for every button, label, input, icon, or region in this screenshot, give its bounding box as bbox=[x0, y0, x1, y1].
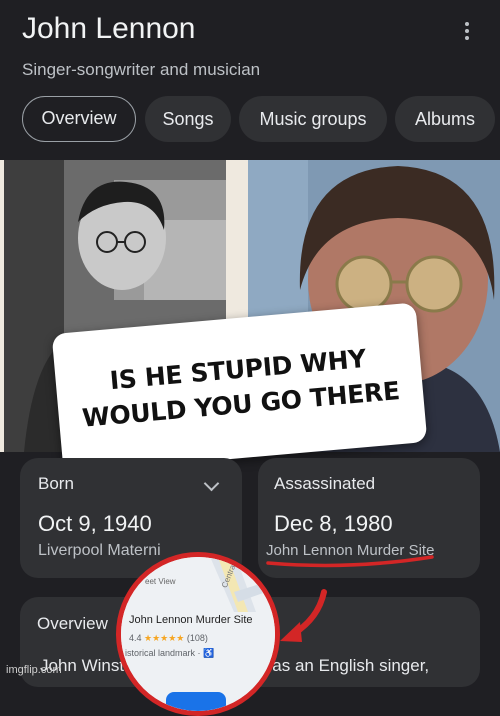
arrow-head-icon bbox=[280, 622, 302, 642]
underline-annotation bbox=[266, 555, 434, 568]
rating-row: 4.4 ★★★★★ (108) bbox=[129, 633, 208, 644]
star-rating-icon: ★★★★★ bbox=[144, 633, 185, 643]
street-view-label[interactable]: eet View bbox=[145, 577, 176, 586]
place-category: istorical landmark · ♿ bbox=[125, 648, 215, 658]
review-count[interactable]: (108) bbox=[187, 633, 208, 643]
map-zoom-circle: eet View Central John Lennon Murder Site… bbox=[116, 552, 280, 716]
place-name[interactable]: John Lennon Murder Site bbox=[129, 614, 253, 626]
watermark: imgflip.com bbox=[6, 664, 62, 676]
rating-value: 4.4 bbox=[129, 633, 142, 643]
